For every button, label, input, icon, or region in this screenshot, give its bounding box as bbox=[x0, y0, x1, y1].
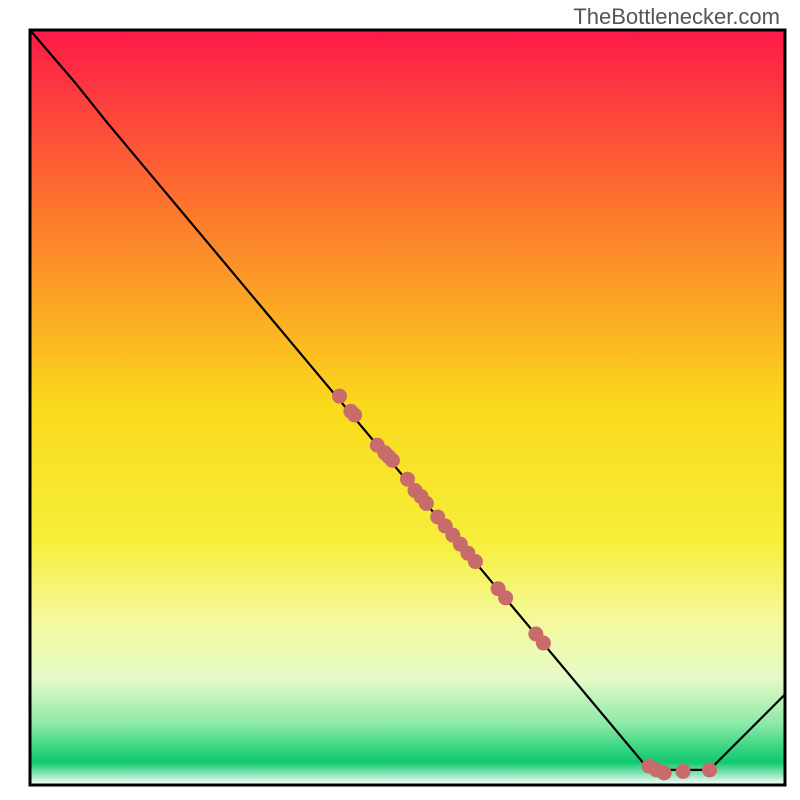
bottleneck-chart bbox=[0, 0, 800, 800]
data-point bbox=[676, 764, 691, 779]
data-point bbox=[347, 408, 362, 423]
data-point bbox=[702, 762, 717, 777]
data-point bbox=[498, 590, 513, 605]
data-point bbox=[332, 389, 347, 404]
data-point bbox=[468, 554, 483, 569]
data-point bbox=[657, 765, 672, 780]
watermark-text: TheBottlenecker.com bbox=[573, 4, 780, 30]
data-point bbox=[536, 636, 551, 651]
data-point bbox=[385, 453, 400, 468]
data-point bbox=[419, 496, 434, 511]
chart-container: TheBottlenecker.com bbox=[0, 0, 800, 800]
chart-background bbox=[30, 30, 785, 785]
